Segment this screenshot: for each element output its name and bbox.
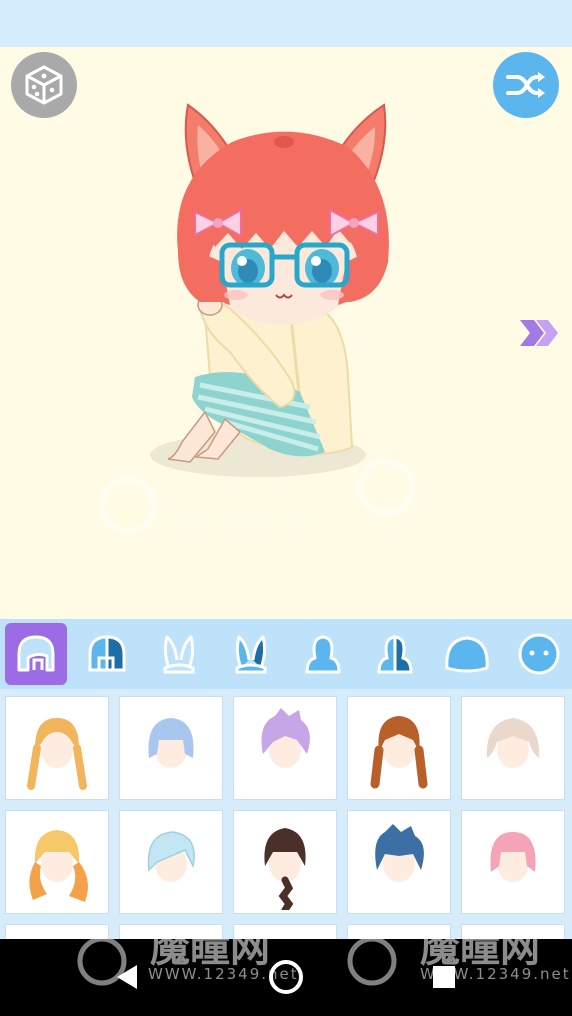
hair-style-option-braided-pigtails[interactable] bbox=[5, 696, 109, 800]
watermark-text-stage: WWW.12349.net bbox=[168, 511, 319, 529]
character-stage: WWW.12349.net bbox=[0, 47, 572, 619]
hair-swept-bangs-icon bbox=[121, 810, 221, 914]
double-chevron-right-icon bbox=[520, 320, 558, 346]
hair-style-option-long-braids[interactable] bbox=[347, 696, 451, 800]
home-circle-icon bbox=[269, 960, 303, 994]
status-bar bbox=[0, 0, 572, 47]
hair-round-bob-icon bbox=[463, 810, 563, 914]
tab-animal-ears-color[interactable] bbox=[220, 623, 282, 685]
recents-button[interactable] bbox=[424, 959, 464, 995]
tab-head-shape[interactable] bbox=[436, 623, 498, 685]
hair-messy-short-icon bbox=[235, 696, 335, 800]
hair-style-option-spiky-short[interactable] bbox=[347, 810, 451, 914]
hair-long-braids-icon bbox=[349, 696, 449, 800]
hair-style-option-long-wavy[interactable] bbox=[5, 810, 109, 914]
hair-style-option-swept-bangs[interactable] bbox=[119, 810, 223, 914]
hair-spiky-short-icon bbox=[349, 810, 449, 914]
hair-style-option-partial[interactable] bbox=[233, 924, 337, 939]
hair-style-grid bbox=[0, 689, 572, 939]
hair-style-option-wavy-short[interactable] bbox=[461, 696, 565, 800]
hair-wavy-short-icon bbox=[463, 696, 563, 800]
hair-style-option-short-bob[interactable] bbox=[119, 696, 223, 800]
hair-style-option-single-braid[interactable] bbox=[233, 810, 337, 914]
hair-long-wavy-icon bbox=[7, 810, 107, 914]
hair-style-option-round-bob[interactable] bbox=[461, 810, 565, 914]
category-tab-bar bbox=[0, 619, 572, 689]
head-shape-icon bbox=[445, 636, 489, 673]
hair-braided-pigtails-icon bbox=[7, 696, 107, 800]
tab-front-hair[interactable] bbox=[5, 623, 67, 685]
tab-back-hair[interactable] bbox=[292, 623, 354, 685]
hair-style-option-partial[interactable] bbox=[461, 924, 565, 939]
hair-short-bob-icon bbox=[121, 696, 221, 800]
tab-face[interactable] bbox=[508, 623, 570, 685]
hair-style-option-partial[interactable] bbox=[119, 924, 223, 939]
back-hair-icon bbox=[305, 635, 341, 674]
shuffle-button[interactable] bbox=[493, 52, 559, 118]
front-hair-two-tone-icon bbox=[88, 635, 126, 672]
system-navigation-bar: 魔瞳网 WWW.12349.net 魔瞳网 WWW.12349.net bbox=[0, 939, 572, 1016]
hair-single-braid-icon bbox=[235, 810, 335, 914]
animal-ears-icon bbox=[163, 635, 195, 674]
home-button[interactable] bbox=[266, 959, 306, 995]
face-icon bbox=[518, 633, 560, 675]
recents-square-icon bbox=[433, 966, 455, 988]
back-button[interactable] bbox=[108, 959, 148, 995]
character-preview: WWW.12349.net bbox=[99, 103, 415, 534]
hair-style-option-partial[interactable] bbox=[347, 924, 451, 939]
tab-back-hair-color[interactable] bbox=[364, 623, 426, 685]
shuffle-icon bbox=[506, 72, 545, 98]
hair-style-option-messy-short[interactable] bbox=[233, 696, 337, 800]
animal-ears-two-tone-icon bbox=[235, 635, 267, 674]
hair-style-option-partial[interactable] bbox=[5, 924, 109, 939]
tab-front-hair-color[interactable] bbox=[76, 623, 138, 685]
back-triangle-icon bbox=[117, 965, 137, 989]
front-hair-icon bbox=[17, 635, 55, 672]
tab-animal-ears[interactable] bbox=[148, 623, 210, 685]
dice-icon bbox=[25, 65, 63, 105]
back-hair-two-tone-icon bbox=[377, 635, 413, 674]
randomize-button[interactable] bbox=[11, 52, 77, 118]
next-page-button[interactable] bbox=[516, 316, 564, 350]
